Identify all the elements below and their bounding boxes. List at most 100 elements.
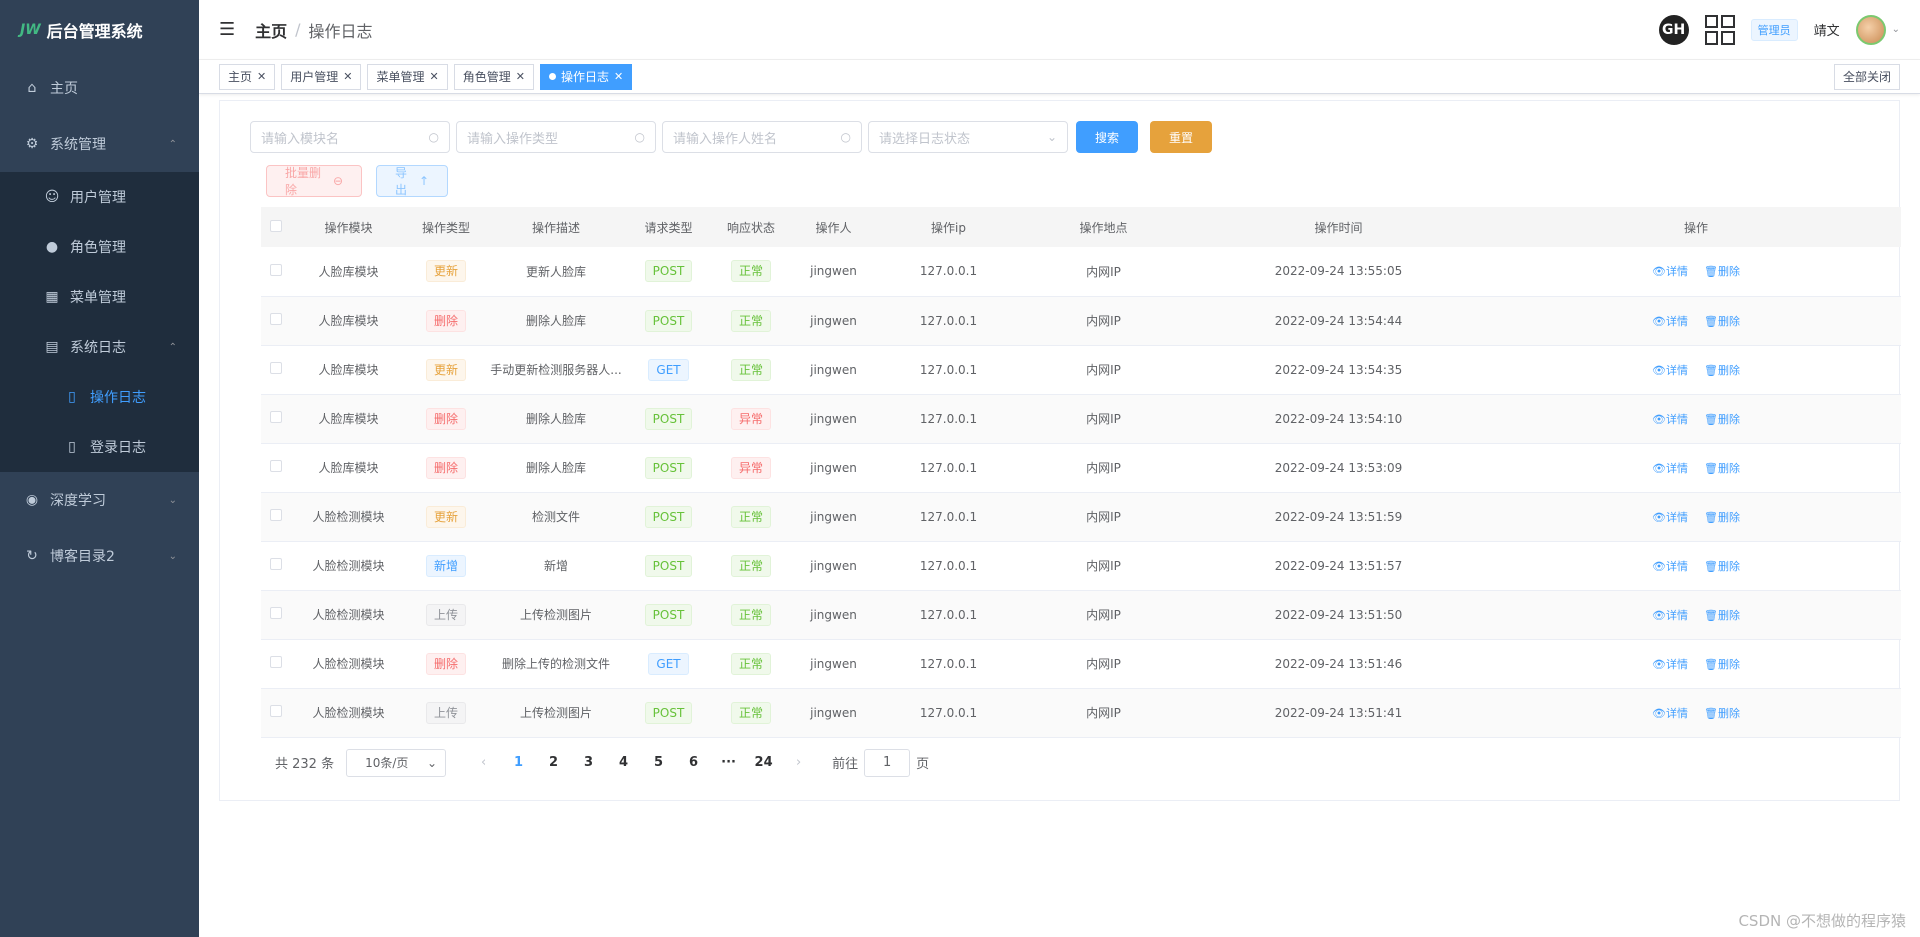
select-all-checkbox[interactable] (270, 219, 282, 232)
delete-link[interactable]: 🗑删除 (1704, 707, 1740, 720)
close-icon[interactable]: ✕ (516, 70, 525, 83)
status-badge: 异常 (730, 456, 771, 479)
module-input[interactable]: 请输入模块名 ○ (250, 121, 450, 153)
detail-link[interactable]: 👁详情 (1652, 511, 1688, 524)
search-button[interactable]: 搜索 (1076, 121, 1139, 153)
detail-link[interactable]: 👁详情 (1652, 413, 1688, 426)
github-icon[interactable]: GH (1658, 14, 1689, 45)
delete-link[interactable]: 🗑删除 (1704, 315, 1740, 328)
cell-ip: 127.0.0.1 (919, 411, 978, 426)
sidebar-item-3[interactable]: ● 角色管理 (0, 222, 199, 272)
delete-link[interactable]: 🗑删除 (1704, 265, 1740, 278)
prev-page-icon[interactable]: ‹ (466, 755, 501, 770)
cell-time: 2022-09-24 13:51:59 (1274, 509, 1403, 524)
detail-link[interactable]: 👁详情 (1652, 609, 1688, 622)
row-checkbox[interactable] (270, 509, 282, 521)
row-checkbox[interactable] (270, 656, 282, 668)
row-checkbox[interactable] (270, 411, 282, 423)
delete-link[interactable]: 🗑删除 (1704, 609, 1740, 622)
username[interactable]: 靖文 (1814, 20, 1840, 39)
detail-link[interactable]: 👁详情 (1652, 364, 1688, 377)
detail-link[interactable]: 👁详情 (1652, 315, 1688, 328)
page-number[interactable]: ··· (711, 755, 746, 770)
page-number[interactable]: 6 (676, 755, 711, 770)
sidebar-item-4[interactable]: ▦ 菜单管理 (0, 272, 199, 322)
table-row: 人脸检测模块 上传 上传检测图片 POST 正常 jingwen 127.0.0.1 内网IP… (261, 688, 1901, 737)
page-number[interactable]: 4 (606, 755, 641, 770)
tag-1[interactable]: 用户管理 ✕ (281, 63, 362, 90)
fullscreen-grid-icon[interactable] (1704, 14, 1735, 45)
detail-link[interactable]: 👁详情 (1652, 462, 1688, 475)
type-input[interactable]: 请输入操作类型 ○ (456, 121, 656, 153)
row-checkbox[interactable] (270, 705, 282, 717)
row-checkbox[interactable] (270, 460, 282, 472)
cell-location: 内网IP (1086, 314, 1121, 328)
page-number[interactable]: 5 (641, 755, 676, 770)
row-checkbox[interactable] (270, 362, 282, 374)
close-icon[interactable]: ✕ (429, 70, 438, 83)
batch-delete-button[interactable]: 批量删除 ⊖ (266, 165, 362, 197)
operator-input[interactable]: 请输入操作人姓名 ○ (662, 121, 862, 153)
status-select[interactable]: 请选择日志状态 ⌄ (868, 121, 1068, 153)
delete-label: 删除 (1717, 559, 1740, 573)
cell-time: 2022-09-24 13:51:46 (1274, 656, 1403, 671)
delete-label: 删除 (1717, 657, 1740, 671)
remove-circle-icon: ⊖ (332, 174, 343, 188)
page-number[interactable]: 3 (571, 755, 606, 770)
delete-link[interactable]: 🗑删除 (1704, 364, 1740, 377)
close-icon[interactable]: ✕ (343, 70, 352, 83)
breadcrumb-home[interactable]: 主页 (255, 18, 287, 42)
delete-link[interactable]: 🗑删除 (1704, 560, 1740, 573)
tag-4[interactable]: 操作日志 ✕ (539, 63, 633, 90)
sidebar-item-1[interactable]: ⚙ 系统管理 ⌃ (0, 116, 199, 172)
detail-link[interactable]: 👁详情 (1652, 658, 1688, 671)
cell-time: 2022-09-24 13:51:57 (1274, 558, 1403, 573)
next-page-icon[interactable]: › (781, 755, 816, 770)
page-size-select[interactable]: 10条/页 ⌄ (346, 748, 447, 777)
delete-link[interactable]: 🗑删除 (1704, 658, 1740, 671)
sidebar-item-0[interactable]: ⌂ 主页 (0, 60, 199, 116)
delete-link[interactable]: 🗑删除 (1704, 511, 1740, 524)
detail-label: 详情 (1666, 412, 1688, 426)
avatar[interactable] (1855, 14, 1886, 45)
export-button[interactable]: 导出 ↑ (376, 165, 448, 197)
row-checkbox[interactable] (270, 558, 282, 570)
sidebar-item-6[interactable]: ▯ 操作日志 (0, 372, 199, 422)
refresh-icon: ↻ (26, 548, 38, 564)
row-checkbox[interactable] (270, 263, 282, 276)
sidebar-item-8[interactable]: ◉ 深度学习 ⌄ (0, 472, 199, 528)
sidebar-item-label: 用户管理 (70, 190, 126, 206)
close-icon[interactable]: ✕ (614, 70, 623, 83)
app-logo[interactable]: JW 后台管理系统 (0, 0, 199, 60)
tag-2[interactable]: 菜单管理 ✕ (367, 63, 448, 90)
eye-icon: 👁 (1652, 363, 1666, 377)
cell-location: 内网IP (1086, 608, 1121, 622)
close-icon[interactable]: ✕ (257, 70, 266, 83)
close-all-tags-button[interactable]: 全部关闭 (1833, 63, 1900, 90)
hamburger-icon[interactable]: ☰ (219, 19, 235, 40)
detail-link[interactable]: 👁详情 (1652, 707, 1688, 720)
tag-0[interactable]: 主页 ✕ (219, 63, 276, 90)
sidebar-item-9[interactable]: ↻ 博客目录2 ⌄ (0, 528, 199, 584)
detail-link[interactable]: 👁详情 (1652, 560, 1688, 573)
delete-link[interactable]: 🗑删除 (1704, 413, 1740, 426)
row-checkbox[interactable] (270, 313, 282, 325)
delete-link[interactable]: 🗑删除 (1704, 462, 1740, 475)
row-checkbox[interactable] (270, 607, 282, 619)
eye-icon: 👁 (1652, 314, 1666, 328)
grid-menu-icon: ▦ (45, 289, 59, 305)
chevron-down-icon[interactable]: ⌄ (1892, 24, 1900, 35)
reset-button[interactable]: 重置 (1150, 121, 1213, 153)
page-number[interactable]: 1 (501, 755, 536, 770)
page-number[interactable]: 24 (746, 755, 781, 770)
goto-page-input[interactable]: 1 (864, 748, 911, 777)
detail-label: 详情 (1666, 657, 1688, 671)
sidebar-item-5[interactable]: ▤ 系统日志 ⌃ (0, 322, 199, 372)
sidebar-item-7[interactable]: ▯ 登录日志 (0, 422, 199, 472)
page-number[interactable]: 2 (536, 755, 571, 770)
sidebar-item-2[interactable]: ☺ 用户管理 (0, 172, 199, 222)
detail-link[interactable]: 👁详情 (1652, 265, 1688, 278)
tag-3[interactable]: 角色管理 ✕ (453, 63, 534, 90)
cell-desc: 检测文件 (531, 510, 580, 524)
method-badge: POST (644, 309, 693, 332)
